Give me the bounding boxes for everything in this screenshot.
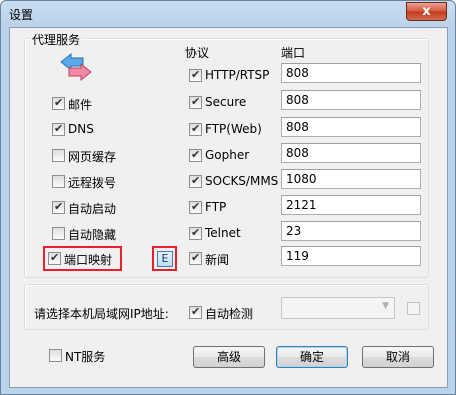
web-cache-checkbox[interactable] [52, 149, 65, 162]
auto-start-label: 自动启动 [68, 202, 117, 216]
auto-hide-checkbox[interactable] [52, 227, 65, 240]
nt-service-label: NT服务 [65, 350, 106, 364]
nt-service-checkbox[interactable] [49, 349, 62, 362]
remote-dial-label: 远程拨号 [68, 176, 117, 190]
ip-address-select[interactable]: ▼ [281, 297, 395, 319]
chevron-down-icon: ▼ [382, 301, 389, 311]
protocol-ftpweb-checkbox[interactable] [189, 122, 202, 136]
dialog-client-area: 代理服务 协议 端口 邮件 DNS 网页缓存 远程拨号 自动启动 自动隐藏 端口… [9, 27, 448, 388]
protocol-gopher-label: Gopher [205, 148, 250, 162]
window-title: 设置 [9, 8, 34, 22]
protocol-http-checkbox[interactable] [189, 68, 202, 82]
ip-address-extra-checkbox[interactable] [407, 302, 420, 315]
port-secure-input[interactable]: 808 [281, 90, 421, 110]
mail-label: 邮件 [68, 98, 93, 112]
protocol-gopher-checkbox[interactable] [189, 148, 202, 162]
auto-hide-label: 自动隐藏 [68, 228, 117, 242]
port-ftpweb-input[interactable]: 808 [281, 117, 421, 137]
port-ftp-input[interactable]: 2121 [281, 195, 421, 215]
auto-detect-label: 自动检测 [205, 307, 254, 321]
dns-label: DNS [68, 122, 94, 136]
remote-dial-checkbox[interactable] [52, 175, 65, 188]
protocol-news-checkbox[interactable] [189, 251, 202, 265]
port-mapping-edit-button[interactable]: E [157, 251, 173, 267]
proxy-services-group-title: 代理服务 [30, 31, 83, 48]
protocol-ftp-checkbox[interactable] [189, 200, 202, 214]
port-http-input[interactable]: 808 [281, 63, 421, 83]
dns-checkbox[interactable] [52, 122, 65, 136]
port-news-input[interactable]: 119 [281, 246, 421, 266]
mail-checkbox[interactable] [52, 96, 65, 110]
protocol-telnet-label: Telnet [205, 226, 241, 240]
protocol-secure-label: Secure [205, 95, 247, 109]
port-telnet-input[interactable]: 23 [281, 221, 421, 241]
protocol-news-label: 新闻 [205, 253, 230, 267]
settings-dialog: 设置 x 代理服务 协议 端口 邮件 DNS 网页缓存 远程拨号 自动启动 [0, 0, 456, 395]
cancel-button[interactable]: 取消 [362, 346, 434, 368]
protocol-ftpweb-label: FTP(Web) [205, 122, 262, 136]
proxy-arrows-icon [60, 52, 92, 82]
protocol-telnet-checkbox[interactable] [189, 226, 202, 240]
protocol-header: 协议 [185, 46, 210, 60]
protocol-ftp-label: FTP [205, 200, 227, 214]
ok-button[interactable]: 确定 [276, 346, 348, 368]
ip-address-label: 请选择本机局域网IP地址: [34, 307, 169, 321]
protocol-socks-label: SOCKS/MMS [205, 174, 279, 188]
auto-detect-checkbox[interactable] [189, 305, 202, 319]
web-cache-label: 网页缓存 [68, 150, 117, 164]
protocol-socks-checkbox[interactable] [189, 174, 202, 188]
port-mapping-label: 端口映射 [64, 253, 113, 267]
protocol-secure-checkbox[interactable] [189, 95, 202, 109]
auto-start-checkbox[interactable] [52, 200, 65, 214]
title-bar: 设置 x [1, 1, 455, 27]
port-gopher-input[interactable]: 808 [281, 143, 421, 163]
advanced-button[interactable]: 高级 [193, 346, 265, 368]
close-icon: x [422, 4, 431, 19]
protocol-http-label: HTTP/RTSP [205, 68, 270, 82]
port-mapping-checkbox[interactable] [48, 251, 61, 265]
close-button[interactable]: x [406, 2, 447, 21]
port-socks-input[interactable]: 1080 [281, 169, 421, 189]
port-header: 端口 [281, 46, 306, 60]
